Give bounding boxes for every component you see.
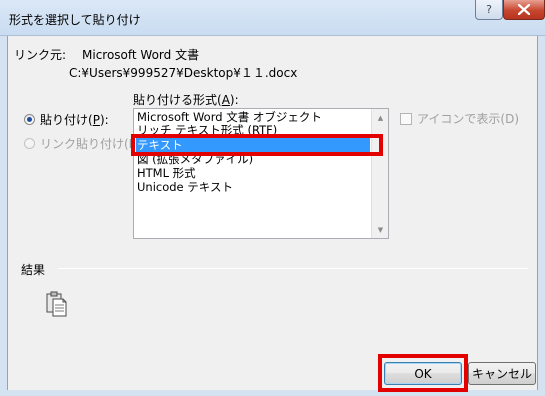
display-as-icon-checkbox[interactable] [400, 112, 412, 125]
list-item[interactable]: 図 (拡張メタファイル) [137, 152, 253, 166]
paste-link-radio-option[interactable]: リンク貼り付け(L): [24, 135, 144, 152]
list-item[interactable]: Unicode テキスト [137, 180, 233, 194]
source-label: リンク元: [14, 48, 67, 62]
cancel-button[interactable]: キャンセル [468, 362, 536, 385]
display-as-icon-label: アイコンで表示(D) [417, 112, 520, 126]
paste-link-radio[interactable] [24, 138, 35, 149]
list-item[interactable]: Microsoft Word 文書 オブジェクト [137, 110, 322, 124]
source-path: C:¥Users¥999527¥Desktop¥１１.docx [69, 66, 298, 80]
scroll-up-icon[interactable]: ▲ [372, 109, 389, 126]
paste-format-list[interactable]: Microsoft Word 文書 オブジェクト リッチ テキスト形式 (RTF… [133, 108, 389, 239]
help-icon: ? [486, 3, 492, 16]
window-frame-left [0, 36, 7, 396]
list-scrollbar[interactable]: ▲ ▼ [371, 109, 388, 238]
paste-as-label: 貼り付ける形式(A): [133, 93, 239, 107]
help-button[interactable]: ? [475, 0, 503, 20]
paste-link-radio-label: リンク貼り付け(L): [40, 137, 145, 151]
list-item-selected[interactable]: テキスト [136, 138, 370, 152]
title-bar: 形式を選択して貼り付け ? [0, 0, 545, 36]
paste-radio[interactable] [24, 114, 35, 125]
source-name: Microsoft Word 文書 [82, 48, 200, 62]
list-item[interactable]: HTML 形式 [137, 166, 196, 180]
display-as-icon-option[interactable]: アイコンで表示(D) [400, 110, 519, 127]
close-button[interactable] [503, 0, 545, 20]
scroll-down-icon[interactable]: ▼ [372, 221, 389, 238]
result-label: 結果 [21, 263, 46, 277]
window-title: 形式を選択して貼り付け [9, 13, 141, 27]
list-item[interactable]: リッチ テキスト形式 (RTF) [137, 123, 277, 137]
paste-radio-label: 貼り付け(P): [40, 113, 109, 127]
ok-button[interactable]: OK [384, 362, 462, 385]
window-frame-bottom [0, 390, 545, 396]
clipboard-paste-icon [46, 291, 67, 317]
window-frame-right [538, 36, 545, 396]
close-icon [518, 4, 530, 15]
paste-radio-option[interactable]: 貼り付け(P): [24, 111, 109, 128]
result-divider [58, 268, 528, 269]
